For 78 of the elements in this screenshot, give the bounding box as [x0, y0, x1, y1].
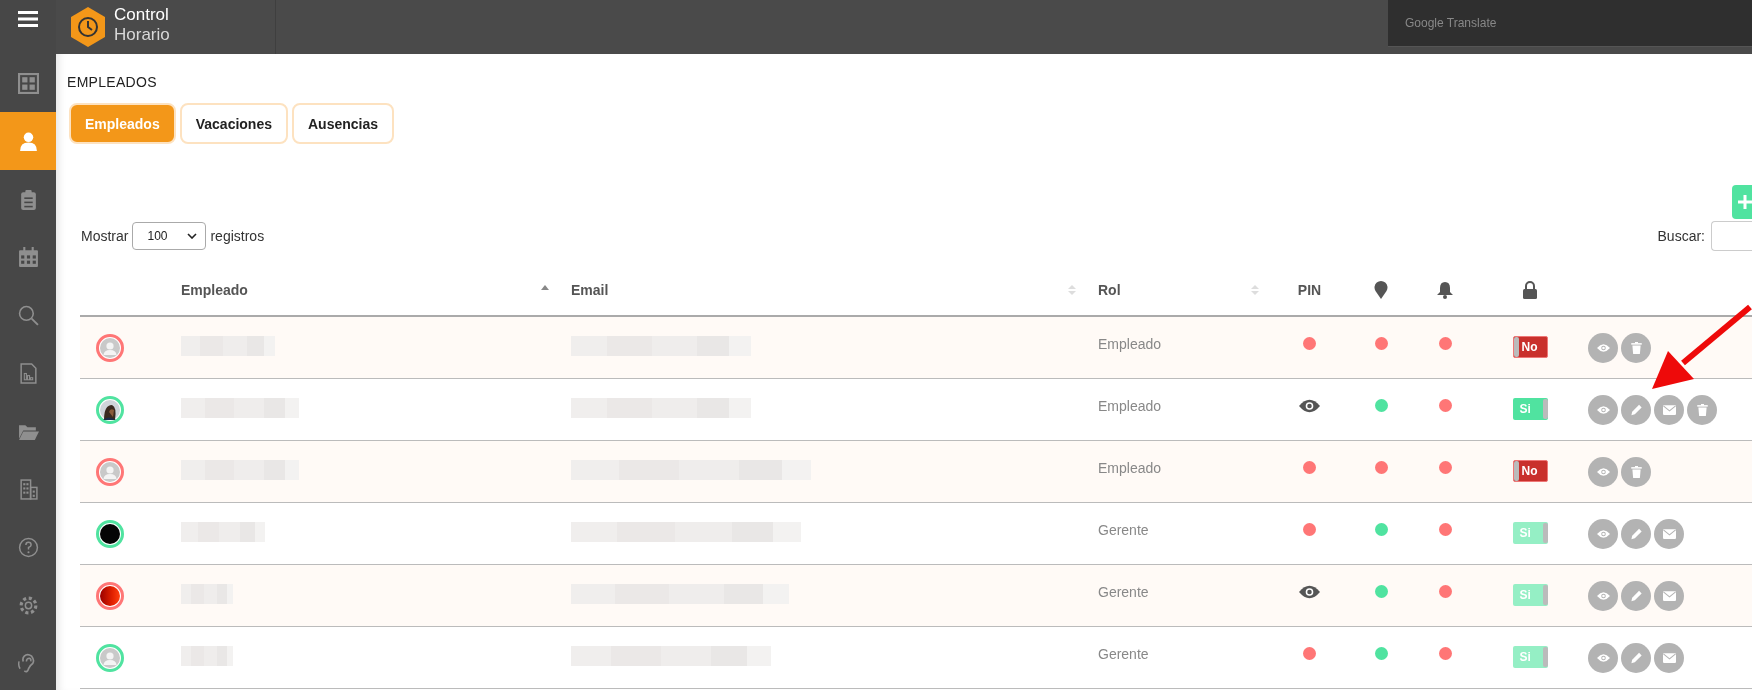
eye-icon: [1596, 589, 1610, 602]
column-header[interactable]: Empleado: [181, 282, 248, 298]
user-icon: [17, 130, 39, 152]
role-text: Empleado: [1098, 335, 1162, 352]
trash-icon: [1695, 403, 1709, 416]
lock-icon: [1522, 281, 1538, 299]
map-pin-icon: [1373, 281, 1389, 299]
eye-icon: [1596, 651, 1610, 664]
edit-button[interactable]: [1621, 394, 1651, 425]
search-icon: [17, 304, 39, 326]
clock-logo-icon: [70, 7, 106, 47]
settings-icon: [17, 594, 39, 616]
access-toggle[interactable]: No: [1512, 335, 1548, 358]
plus-icon: [1738, 195, 1752, 209]
search-field[interactable]: [1711, 221, 1752, 251]
length-label: Mostrar: [81, 228, 129, 244]
role-text: Empleado: [1098, 459, 1162, 476]
mail-button[interactable]: [1654, 518, 1684, 549]
pencil-icon: [1629, 589, 1643, 602]
app-name: Control: [114, 5, 170, 25]
delete-button[interactable]: [1687, 394, 1717, 425]
eye-icon: [1596, 527, 1610, 540]
dashboard-icon: [17, 72, 39, 94]
mail-button[interactable]: [1654, 580, 1684, 611]
eye-icon: [1596, 465, 1610, 478]
column-header[interactable]: Rol: [1098, 282, 1121, 298]
eye-icon: [1596, 341, 1610, 354]
page-size-select[interactable]: 100: [132, 222, 207, 250]
edit-button[interactable]: [1621, 580, 1651, 611]
view-button[interactable]: [1588, 642, 1618, 673]
view-button[interactable]: [1588, 580, 1618, 611]
envelope-icon: [1662, 527, 1676, 540]
tab[interactable]: Vacaciones: [179, 103, 288, 144]
trash-icon: [1629, 465, 1643, 478]
app-subtitle: Horario: [114, 25, 170, 45]
view-button[interactable]: [1588, 394, 1618, 425]
envelope-icon: [1662, 589, 1676, 602]
chevron-down-icon: [187, 233, 198, 239]
sidebar-item[interactable]: [0, 112, 56, 170]
edit-button[interactable]: [1621, 518, 1651, 549]
tab[interactable]: Ausencias: [292, 103, 395, 144]
bell-icon: [1437, 281, 1453, 299]
role-text: Gerente: [1098, 583, 1149, 600]
mail-button[interactable]: [1654, 642, 1684, 673]
view-button[interactable]: [1588, 456, 1618, 487]
role-text: Gerente: [1098, 521, 1149, 538]
role-text: Empleado: [1098, 397, 1162, 414]
pencil-icon: [1629, 403, 1643, 416]
building-icon: [17, 478, 39, 500]
eye-icon[interactable]: [1299, 584, 1320, 599]
help-icon: [17, 536, 39, 558]
trash-icon: [1629, 341, 1643, 354]
access-toggle[interactable]: No: [1512, 459, 1548, 482]
view-button[interactable]: [1588, 332, 1618, 363]
translate-label: Google Translate: [1405, 16, 1497, 30]
page-title: EMPLEADOS: [67, 74, 158, 90]
menu-icon[interactable]: [18, 11, 38, 27]
view-button[interactable]: [1588, 518, 1618, 549]
eye-icon[interactable]: [1299, 398, 1320, 413]
pencil-icon: [1629, 651, 1643, 664]
sort-icon[interactable]: [1068, 285, 1076, 295]
report-icon: [17, 362, 39, 384]
eye-icon: [1596, 403, 1610, 416]
role-text: Gerente: [1098, 645, 1149, 662]
calendar-icon: [17, 246, 39, 268]
column-header[interactable]: Email: [571, 282, 609, 298]
delete-button[interactable]: [1621, 332, 1651, 363]
envelope-icon: [1662, 651, 1676, 664]
delete-button[interactable]: [1621, 456, 1651, 487]
length-label: registros: [210, 228, 265, 244]
search-label: Buscar:: [1657, 228, 1705, 244]
column-header[interactable]: PIN: [1297, 282, 1322, 298]
envelope-icon: [1662, 403, 1676, 416]
mail-button[interactable]: [1654, 394, 1684, 425]
pencil-icon: [1629, 527, 1643, 540]
edit-button[interactable]: [1621, 642, 1651, 673]
sort-icon[interactable]: [1251, 285, 1259, 295]
blurred-name: [181, 645, 233, 666]
